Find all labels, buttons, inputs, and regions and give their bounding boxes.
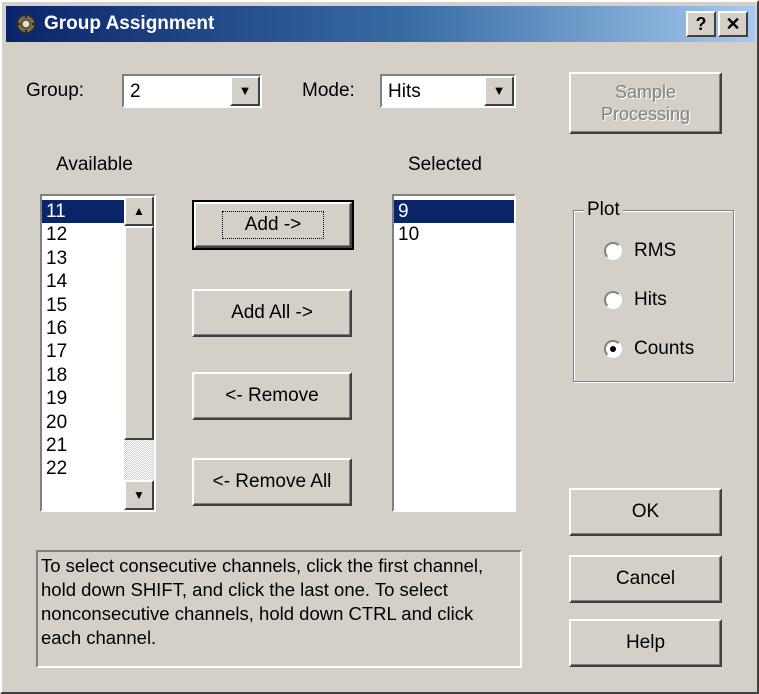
list-item[interactable]: 16 [42, 317, 124, 340]
group-dropdown[interactable]: 2 ▼ [122, 74, 262, 108]
radio-label: Counts [634, 338, 695, 359]
mode-value: Hits [388, 81, 421, 102]
list-item[interactable]: 22 [42, 457, 124, 480]
sample-processing-line2: Processing [600, 104, 691, 124]
app-icon [16, 14, 36, 34]
mode-dropdown[interactable]: Hits ▼ [380, 74, 516, 108]
context-help-button[interactable]: ? [686, 11, 716, 37]
list-item[interactable]: 18 [42, 364, 124, 387]
scroll-thumb[interactable] [124, 226, 154, 440]
group-label: Group: [26, 80, 85, 101]
list-item[interactable]: 19 [42, 387, 124, 410]
mode-label: Mode: [302, 80, 355, 101]
group-assignment-dialog: Group Assignment ? ✕ Group: 2 ▼ Mode: Hi… [0, 0, 759, 694]
sample-processing-button[interactable]: Sample Processing [569, 72, 722, 134]
available-list[interactable]: 11 12 13 14 15 16 17 18 19 20 21 22 ▲ ▼ [40, 194, 156, 512]
plot-groupbox: Plot RMS Hits Counts [573, 199, 734, 382]
add-button-label: Add -> [221, 211, 325, 239]
plot-label: Plot [584, 199, 623, 221]
cancel-button[interactable]: Cancel [569, 555, 722, 603]
radio-circle-icon[interactable] [604, 340, 622, 358]
selected-list[interactable]: 9 10 [392, 194, 516, 512]
list-item[interactable]: 14 [42, 270, 124, 293]
instructions-text: To select consecutive channels, click th… [36, 550, 522, 668]
scroll-up-icon[interactable]: ▲ [124, 196, 154, 226]
chevron-down-icon[interactable]: ▼ [484, 76, 514, 106]
selected-label: Selected [408, 154, 482, 175]
list-item[interactable]: 17 [42, 340, 124, 363]
chevron-down-icon[interactable]: ▼ [230, 76, 260, 106]
list-item[interactable]: 12 [42, 223, 124, 246]
scroll-down-icon[interactable]: ▼ [124, 480, 154, 510]
radio-circle-icon[interactable] [604, 242, 622, 260]
ok-button[interactable]: OK [569, 488, 722, 536]
remove-button[interactable]: <- Remove [192, 372, 352, 420]
title-bar[interactable]: Group Assignment ? ✕ [6, 6, 755, 42]
selected-items: 9 10 [394, 196, 514, 247]
window-title: Group Assignment [44, 13, 215, 34]
add-button[interactable]: Add -> [192, 200, 354, 250]
radio-label: Hits [634, 289, 667, 310]
radio-hits[interactable]: Hits [604, 287, 667, 313]
list-item[interactable]: 13 [42, 247, 124, 270]
radio-rms[interactable]: RMS [604, 238, 676, 264]
available-items: 11 12 13 14 15 16 17 18 19 20 21 22 [42, 196, 124, 481]
available-label: Available [56, 154, 133, 175]
remove-all-button[interactable]: <- Remove All [192, 458, 352, 506]
group-value: 2 [130, 81, 141, 102]
list-item[interactable]: 20 [42, 411, 124, 434]
help-button[interactable]: Help [569, 619, 722, 667]
radio-circle-icon[interactable] [604, 291, 622, 309]
available-scrollbar[interactable]: ▲ ▼ [124, 196, 154, 510]
list-item[interactable]: 10 [394, 223, 514, 246]
list-item[interactable]: 21 [42, 434, 124, 457]
add-all-button[interactable]: Add All -> [192, 289, 352, 337]
list-item[interactable]: 15 [42, 294, 124, 317]
list-item[interactable]: 11 [42, 200, 124, 224]
list-item[interactable]: 9 [394, 200, 514, 224]
radio-counts[interactable]: Counts [604, 336, 694, 362]
radio-label: RMS [634, 240, 677, 261]
sample-processing-line1: Sample [614, 82, 677, 102]
close-button[interactable]: ✕ [718, 11, 748, 37]
